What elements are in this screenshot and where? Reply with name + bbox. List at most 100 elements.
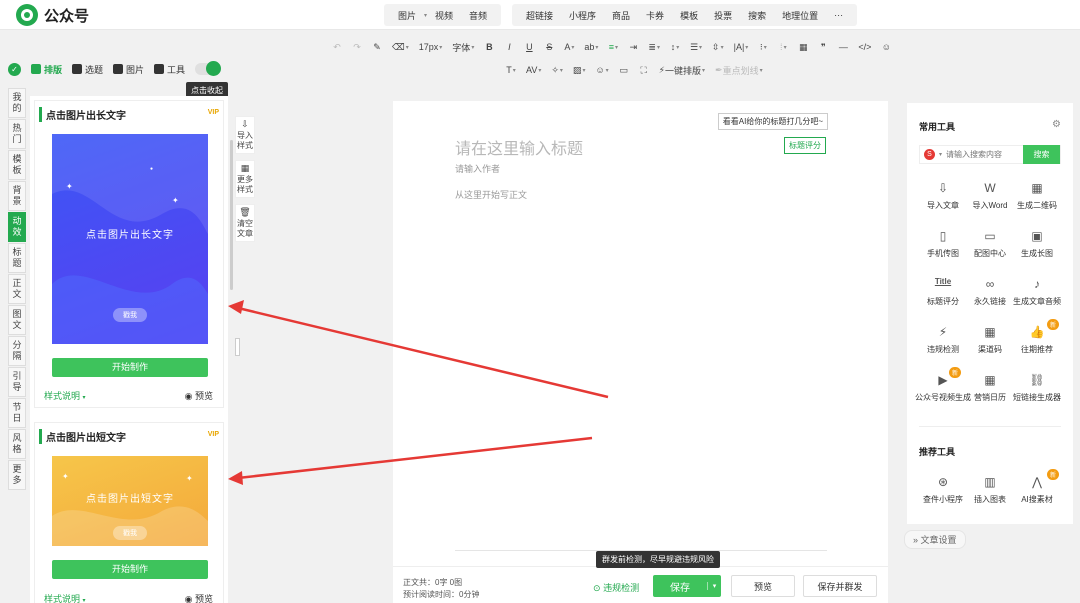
category-animation[interactable]: 动效 xyxy=(8,212,26,242)
tool-import-word[interactable]: W 导入Word xyxy=(964,181,1016,211)
chevron-down-icon[interactable]: ▾ xyxy=(707,582,721,590)
title-score-button[interactable]: 标题评分 xyxy=(784,137,826,154)
category-hot[interactable]: 热门 xyxy=(8,119,26,149)
preview-button[interactable]: 预览 xyxy=(731,575,795,597)
style-desc-link[interactable]: 样式说明 ▾ xyxy=(44,592,86,603)
magic-icon[interactable]: ✧ ▾ xyxy=(549,62,565,78)
bullet-list-icon[interactable]: ⁝ ▾ xyxy=(756,39,770,55)
font-family-select[interactable]: 字体 ▾ xyxy=(450,39,476,55)
tab-image[interactable]: 图片 xyxy=(113,63,144,76)
menu-template[interactable]: 模板 xyxy=(672,9,706,22)
strikethrough-icon[interactable]: S xyxy=(542,39,556,55)
panel-resize-handle[interactable] xyxy=(235,338,240,356)
menu-vote[interactable]: 投票 xyxy=(706,9,740,22)
tool-short-link[interactable]: ⛓ 短链接生成器 xyxy=(1011,373,1063,403)
emoticon-icon[interactable]: ☺ ▾ xyxy=(593,62,610,78)
category-title[interactable]: 标题 xyxy=(8,243,26,273)
collapse-toggle[interactable] xyxy=(195,61,222,76)
letter-spacing-icon[interactable]: |A| ▾ xyxy=(732,39,751,55)
more-styles-button[interactable]: ▦ 更多样式 xyxy=(235,160,255,198)
emoji-icon[interactable]: ☺ xyxy=(879,39,893,55)
bold-icon[interactable]: B xyxy=(482,39,496,55)
gear-icon[interactable]: ⚙ xyxy=(1052,119,1061,130)
tool-permalink[interactable]: ∞ 永久链接 xyxy=(964,277,1016,307)
preview-link[interactable]: ◉ 预览 xyxy=(185,389,213,402)
category-body[interactable]: 正文 xyxy=(8,274,26,304)
lock-icon[interactable]: ⛶ xyxy=(637,62,651,78)
tool-insert-chart[interactable]: ▥ 插入图表 xyxy=(964,475,1016,505)
save-button[interactable]: 保存 ▾ xyxy=(653,575,721,597)
menu-image[interactable]: 图片 xyxy=(390,9,424,22)
list-spacing-icon[interactable]: ⇳ ▾ xyxy=(710,39,726,55)
line-height-icon[interactable]: ↕ ▾ xyxy=(668,39,682,55)
menu-miniprogram[interactable]: 小程序 xyxy=(561,9,604,22)
menu-location[interactable]: 地理位置 xyxy=(774,9,826,22)
tool-article-audio[interactable]: ♪ 生成文章音频 xyxy=(1011,277,1063,307)
menu-goods[interactable]: 商品 xyxy=(604,9,638,22)
style-card-short[interactable]: 点击图片出短文字 VIP ✦ ✦ 点击图片出短文字 戳我 开始制作 样式说明 ▾… xyxy=(34,422,224,603)
highlight-button[interactable]: ✒ 重点划线 ▾ xyxy=(713,62,765,78)
category-mine[interactable]: 我的 xyxy=(8,88,26,118)
tool-qrcode[interactable]: ▦ 生成二维码 xyxy=(1011,181,1063,211)
category-background[interactable]: 背景 xyxy=(8,181,26,211)
tool-past-recommend[interactable]: 新 👍 往期推荐 xyxy=(1011,319,1063,355)
compliance-check-button[interactable]: ⊙ 违规检测 xyxy=(593,581,639,594)
divider-icon[interactable]: — xyxy=(836,39,850,55)
poster-long[interactable]: ✦ ✦ ● 点击图片出长文字 戳我 xyxy=(52,134,208,344)
font-color-icon[interactable]: A ▾ xyxy=(562,39,576,55)
category-image-text[interactable]: 图文 xyxy=(8,305,26,335)
background-color-icon[interactable]: ab ▾ xyxy=(582,39,600,55)
search-engine-icon[interactable]: S xyxy=(924,149,935,160)
table-icon[interactable]: ▦ xyxy=(796,39,810,55)
clear-article-button[interactable]: 🗑 清空文章 xyxy=(235,204,255,242)
tab-layout[interactable]: 排版 xyxy=(31,63,62,76)
tool-ai-search[interactable]: 新 ⋀ AI搜素材 xyxy=(1011,469,1063,505)
save-and-send-button[interactable]: 保存并群发 xyxy=(803,575,877,597)
one-click-layout-button[interactable]: ⚡ 一键排版 ▾ xyxy=(657,62,707,78)
numbered-list-icon[interactable]: ⁞ ▾ xyxy=(776,39,790,55)
menu-hyperlink[interactable]: 超链接 xyxy=(518,9,561,22)
quote-icon[interactable]: ❞ xyxy=(816,39,830,55)
start-making-button[interactable]: 开始制作 xyxy=(52,358,208,377)
html-icon[interactable]: ▭ xyxy=(617,62,631,78)
tab-tool[interactable]: 工具 xyxy=(154,63,185,76)
category-more[interactable]: 更多 xyxy=(8,460,26,490)
tool-express-miniprogram[interactable]: ⊛ 查件小程序 xyxy=(917,475,969,505)
style-desc-link[interactable]: 样式说明 ▾ xyxy=(44,389,86,402)
paragraph-spacing-icon[interactable]: ☰ ▾ xyxy=(688,39,704,55)
body-input[interactable]: 从这里开始写正文 xyxy=(455,188,527,201)
start-making-button[interactable]: 开始制作 xyxy=(52,560,208,579)
menu-search[interactable]: 搜索 xyxy=(740,9,774,22)
category-festival[interactable]: 节日 xyxy=(8,398,26,428)
align-center-icon[interactable]: ≣ ▾ xyxy=(646,39,662,55)
menu-video[interactable]: 视频 xyxy=(427,9,461,22)
clear-format-icon[interactable]: ⌫ ▾ xyxy=(390,39,411,55)
undo-icon[interactable]: ↶ xyxy=(330,39,344,55)
import-style-button[interactable]: ⇩ 导入样式 xyxy=(235,116,255,154)
underline-icon[interactable]: U xyxy=(522,39,536,55)
search-button[interactable]: 搜索 xyxy=(1023,145,1060,164)
format-painter-icon[interactable]: ✎ xyxy=(370,39,384,55)
category-template[interactable]: 模板 xyxy=(8,150,26,180)
tab-topic[interactable]: 选题 xyxy=(72,63,103,76)
av-spacing-icon[interactable]: AV ▾ xyxy=(524,62,543,78)
panel-scrollbar[interactable] xyxy=(230,140,233,290)
redo-icon[interactable]: ↷ xyxy=(350,39,364,55)
menu-audio[interactable]: 音频 xyxy=(461,9,495,22)
title-input[interactable]: 请在这里输入标题 xyxy=(455,135,583,159)
poster-long-pill[interactable]: 戳我 xyxy=(113,308,147,322)
category-guide[interactable]: 引导 xyxy=(8,367,26,397)
tool-title-score[interactable]: Title 标题评分 xyxy=(917,277,969,307)
poster-short[interactable]: ✦ ✦ 点击图片出短文字 戳我 xyxy=(52,456,208,546)
app-logo[interactable]: 公众号 xyxy=(16,4,89,26)
search-input[interactable] xyxy=(946,150,1019,159)
tool-phone-upload[interactable]: ▯ 手机传图 xyxy=(917,229,969,259)
font-size-select[interactable]: 17px ▾ xyxy=(417,39,445,55)
poster-short-pill[interactable]: 戳我 xyxy=(113,526,147,540)
author-input[interactable]: 请输入作者 xyxy=(455,162,500,175)
indent-icon[interactable]: ⇥ xyxy=(626,39,640,55)
tool-compliance-check[interactable]: ⚡ 违规检测 xyxy=(917,325,969,355)
italic-icon[interactable]: I xyxy=(502,39,516,55)
preview-link[interactable]: ◉ 预览 xyxy=(185,592,213,603)
tool-long-image[interactable]: ▣ 生成长图 xyxy=(1011,229,1063,259)
